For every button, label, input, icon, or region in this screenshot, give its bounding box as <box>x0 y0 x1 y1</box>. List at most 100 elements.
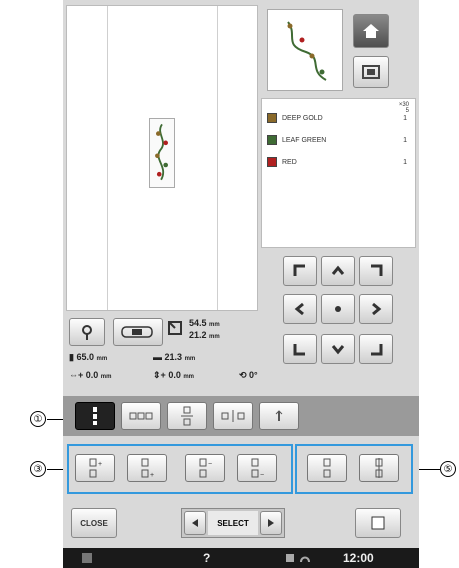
wireless-icon <box>286 554 310 563</box>
pattern-width-value: 54.5 <box>189 318 207 328</box>
color-row[interactable]: DEEP GOLD 1 <box>262 107 415 129</box>
color-swatch <box>267 113 277 123</box>
horizontal-layout-button[interactable] <box>121 402 161 430</box>
color-swatch <box>267 157 277 167</box>
color-name: LEAF GREEN <box>282 137 327 144</box>
callout-1-label: ① <box>33 413 43 425</box>
split-pattern-button[interactable] <box>307 454 347 482</box>
move-center-button[interactable] <box>321 294 355 324</box>
position-y-unit: mm <box>184 356 196 362</box>
layout-tool-bar <box>63 396 419 436</box>
color-count: 1 <box>403 159 407 166</box>
down-icon <box>331 345 345 355</box>
pattern-preview <box>267 9 343 91</box>
pattern-graphic <box>155 123 168 181</box>
spacing-increase-bottom-button[interactable]: + <box>127 454 167 482</box>
color-count: 1 <box>403 115 407 122</box>
close-button[interactable]: CLOSE <box>71 508 117 538</box>
move-left-button[interactable] <box>283 294 317 324</box>
window-button[interactable] <box>353 56 389 88</box>
vertical-layout-button[interactable] <box>75 402 115 430</box>
move-down-left-button[interactable] <box>283 334 317 364</box>
spacing-increase-bottom-icon: + <box>141 458 154 478</box>
window-icon <box>362 65 380 79</box>
status-bar: ? 12:00 <box>63 548 419 568</box>
offset-y: ⇕+ 0.0 mm <box>153 370 195 380</box>
spacing-increase-top-icon: + <box>89 458 102 478</box>
horizontal-spacing-button[interactable] <box>213 402 253 430</box>
svg-text:+: + <box>150 472 154 478</box>
down-left-icon <box>293 344 305 356</box>
color-swatch <box>267 135 277 145</box>
spacing-decrease-bottom-icon: − <box>251 458 264 478</box>
home-button[interactable] <box>353 14 389 48</box>
embroidery-canvas[interactable] <box>66 5 258 311</box>
select-prev-button[interactable] <box>184 511 206 535</box>
pattern-height-value: 21.2 <box>189 330 207 340</box>
offset-y-value: 0.0 <box>168 370 181 380</box>
callout-1: ① <box>30 411 46 427</box>
direction-button[interactable] <box>259 402 299 430</box>
preview-graphic <box>287 21 327 81</box>
size-icon <box>168 321 182 335</box>
vertical-spacing-button[interactable] <box>167 402 207 430</box>
clock-time: 12:00 <box>343 551 374 565</box>
spacing-tool-row: + + − − <box>63 444 419 502</box>
offset-x: ⇔+ 0.0 mm <box>69 370 112 380</box>
embroidery-pattern[interactable] <box>149 118 175 188</box>
horizontal-spacing-icon <box>221 410 245 422</box>
home-icon <box>363 24 379 38</box>
split-adjust-button[interactable] <box>359 454 399 482</box>
offset-y-unit: mm <box>183 374 195 380</box>
hoop-guide-right <box>217 6 218 310</box>
spacing-decrease-bottom-button[interactable]: − <box>237 454 277 482</box>
move-down-button[interactable] <box>321 334 355 364</box>
move-up-button[interactable] <box>321 256 355 286</box>
color-row[interactable]: RED 1 <box>262 151 415 173</box>
callout-5-line <box>418 469 440 470</box>
direction-icon <box>275 410 283 421</box>
help-button[interactable]: ? <box>203 551 210 565</box>
needle-icon <box>82 325 92 340</box>
needle-point-button[interactable] <box>69 318 105 346</box>
color-row[interactable]: LEAF GREEN 1 <box>262 129 415 151</box>
frame-size-button[interactable] <box>113 318 163 346</box>
callout-5-label: ⑤ <box>443 463 453 475</box>
frame-display-button[interactable] <box>355 508 401 538</box>
move-up-right-button[interactable] <box>359 256 393 286</box>
up-left-icon <box>293 264 305 276</box>
frame-icon <box>121 326 153 338</box>
select-next-button[interactable] <box>260 511 282 535</box>
close-label: CLOSE <box>80 518 108 528</box>
move-right-button[interactable] <box>359 294 393 324</box>
color-name: RED <box>282 159 297 166</box>
down-right-icon <box>371 344 383 356</box>
position-x: ▮ 65.0 mm <box>69 352 108 362</box>
move-up-left-button[interactable] <box>283 256 317 286</box>
embroidery-screen: ×30 5 DEEP GOLD 1 LEAF GREEN 1 RED 1 54.… <box>63 0 419 568</box>
position-y: ▬ 21.3 mm <box>153 352 196 362</box>
right-icon <box>372 302 382 316</box>
select-label: SELECT <box>208 511 258 535</box>
color-count: 1 <box>403 137 407 144</box>
spacing-increase-top-button[interactable]: + <box>75 454 115 482</box>
pattern-width-unit: mm <box>209 322 220 328</box>
rotation-angle: ⟲ 0° <box>239 370 258 380</box>
position-x-unit: mm <box>96 356 108 362</box>
square-icon <box>371 516 385 530</box>
svg-text:−: − <box>208 461 212 468</box>
hoop-guide-left <box>107 6 108 310</box>
position-x-value: 65.0 <box>76 352 94 362</box>
horizontal-layout-icon <box>129 412 153 420</box>
vertical-spacing-icon <box>181 406 193 426</box>
triangle-left-icon <box>192 519 198 527</box>
thread-color-list: ×30 5 DEEP GOLD 1 LEAF GREEN 1 RED 1 <box>261 98 416 248</box>
move-down-right-button[interactable] <box>359 334 393 364</box>
callout-3-label: ③ <box>33 463 43 475</box>
machine-icon <box>82 553 92 563</box>
offset-x-value: 0.0 <box>85 370 99 380</box>
left-icon <box>294 302 304 316</box>
pattern-width: 54.5 mm <box>189 318 220 328</box>
spacing-decrease-top-button[interactable]: − <box>185 454 225 482</box>
split-adjust-icon <box>375 458 383 478</box>
